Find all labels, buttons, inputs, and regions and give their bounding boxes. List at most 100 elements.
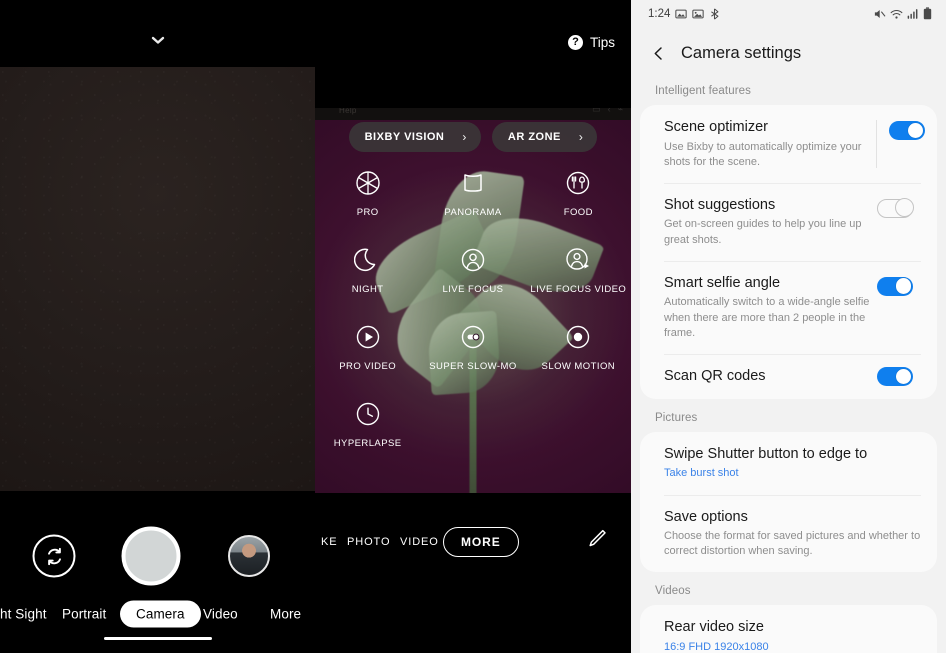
mode-pro-video[interactable]: PRO VIDEO bbox=[315, 322, 420, 372]
mode-label: NIGHT bbox=[351, 284, 384, 295]
play-circle-icon bbox=[353, 322, 383, 352]
mode-hyperlapse[interactable]: HYPERLAPSE bbox=[315, 399, 420, 449]
camera-flip-icon[interactable] bbox=[32, 534, 76, 578]
bluetooth-share-icon bbox=[711, 7, 719, 20]
moon-icon bbox=[353, 245, 383, 275]
mode-label: LIVE FOCUS bbox=[442, 284, 504, 295]
google-camera-panel: ht Sight Portrait Camera Video More bbox=[0, 0, 315, 653]
row-text: Scene optimizer Use Bixby to automatical… bbox=[664, 118, 876, 170]
camera-settings-panel: 1:24 Camera settings Intelligent feature… bbox=[631, 0, 946, 653]
toggle-smart-selfie-angle[interactable] bbox=[877, 276, 913, 296]
back-chevron-icon[interactable] bbox=[651, 46, 666, 61]
camera-viewfinder[interactable] bbox=[0, 67, 315, 491]
mode-live-focus[interactable]: LIVE FOCUS bbox=[420, 245, 525, 295]
chevron-right-icon: › bbox=[462, 130, 467, 144]
shutter-button[interactable] bbox=[121, 526, 181, 586]
ar-zone-label: AR ZONE bbox=[507, 131, 561, 143]
mode-camera[interactable]: Camera bbox=[120, 600, 201, 628]
section-header-pictures: Pictures bbox=[655, 411, 698, 424]
settings-card-pictures: Swipe Shutter button to edge to Take bur… bbox=[640, 431, 937, 573]
row-title: Swipe Shutter button to edge to bbox=[664, 445, 868, 462]
row-title: Save options bbox=[664, 508, 748, 525]
row-subtitle: Take burst shot bbox=[664, 467, 739, 480]
person-circle-icon bbox=[458, 245, 488, 275]
setting-row-shot-suggestions[interactable]: Shot suggestions Get on-screen guides to… bbox=[640, 182, 937, 261]
mode-live-focus-video[interactable]: LIVE FOCUS VIDEO bbox=[526, 245, 631, 295]
setting-row-save-options[interactable]: Save options Choose the format for saved… bbox=[640, 494, 937, 573]
setting-row-scan-qr-codes[interactable]: Scan QR codes bbox=[640, 353, 937, 399]
slow-motion-icon bbox=[563, 322, 593, 352]
home-indicator[interactable] bbox=[103, 636, 212, 640]
row-text: Shot suggestions Get on-screen guides to… bbox=[664, 196, 877, 248]
setting-row-rear-video-size[interactable]: Rear video size 16:9 FHD 1920x1080 bbox=[640, 605, 937, 653]
row-subtitle: Get on-screen guides to help you line up… bbox=[664, 218, 862, 246]
bottom-mode-photo[interactable]: PHOTO bbox=[347, 536, 390, 548]
camera-controls bbox=[0, 509, 315, 586]
mode-label: LIVE FOCUS VIDEO bbox=[530, 284, 627, 295]
bottom-mode-strip: KE PHOTO VIDEO MORE bbox=[315, 526, 631, 558]
photo-icon bbox=[692, 9, 705, 18]
mode-label: SLOW MOTION bbox=[541, 361, 616, 372]
chevron-down-icon[interactable] bbox=[149, 31, 167, 49]
mode-super-slow-mo[interactable]: SUPER SLOW-MO bbox=[420, 322, 525, 372]
setting-row-scene-optimizer[interactable]: Scene optimizer Use Bixby to automatical… bbox=[640, 105, 937, 183]
toggle-knob bbox=[894, 198, 914, 218]
mute-icon bbox=[874, 9, 886, 18]
settings-card-videos: Rear video size 16:9 FHD 1920x1080 Front… bbox=[640, 605, 937, 653]
row-subtitle: Choose the format for saved pictures and… bbox=[664, 530, 921, 558]
status-bar-left: 1:24 bbox=[648, 8, 720, 20]
mode-slow-motion[interactable]: SLOW MOTION bbox=[526, 322, 631, 372]
mode-label: PRO bbox=[356, 207, 379, 218]
mode-night-sight[interactable]: ht Sight bbox=[0, 607, 47, 622]
more-panel-top-bar: ? Tips bbox=[315, 0, 631, 108]
mode-pro[interactable]: PRO bbox=[315, 168, 420, 218]
section-header-intelligent-features: Intelligent features bbox=[655, 85, 751, 97]
clock-icon bbox=[353, 399, 383, 429]
mode-video[interactable]: Video bbox=[203, 607, 238, 622]
mode-panorama[interactable]: PANORAMA bbox=[420, 168, 525, 218]
mode-night[interactable]: NIGHT bbox=[315, 245, 420, 295]
mode-label: SUPER SLOW-MO bbox=[429, 361, 517, 372]
food-fork-spoon-icon bbox=[563, 168, 593, 198]
mode-label: HYPERLAPSE bbox=[333, 438, 402, 449]
image-icon bbox=[675, 9, 688, 18]
pencil-icon[interactable] bbox=[585, 527, 609, 556]
toggle-knob bbox=[907, 122, 924, 139]
toggle-knob bbox=[895, 368, 912, 385]
screenshot-root: ht Sight Portrait Camera Video More Help… bbox=[0, 0, 946, 653]
settings-header: Camera settings bbox=[631, 27, 946, 72]
ar-zone-chip[interactable]: AR ZONE › bbox=[491, 122, 598, 152]
status-time: 1:24 bbox=[648, 7, 671, 20]
setting-row-swipe-shutter[interactable]: Swipe Shutter button to edge to Take bur… bbox=[640, 432, 937, 495]
mode-more[interactable]: More bbox=[270, 607, 301, 622]
row-text: Scan QR codes bbox=[664, 367, 877, 386]
chevron-right-icon: › bbox=[578, 130, 584, 144]
mode-label: PRO VIDEO bbox=[339, 361, 397, 372]
battery-icon bbox=[923, 7, 932, 20]
bottom-mode-single-take[interactable]: KE bbox=[321, 536, 337, 548]
row-title: Scene optimizer bbox=[664, 119, 768, 135]
toggle-shot-suggestions[interactable] bbox=[877, 198, 914, 218]
row-text: Smart selfie angle Automatically switch … bbox=[664, 274, 877, 341]
mode-portrait[interactable]: Portrait bbox=[62, 607, 106, 622]
mode-food[interactable]: FOOD bbox=[526, 168, 631, 218]
signal-icon bbox=[907, 8, 918, 19]
toggle-scene-optimizer[interactable] bbox=[889, 121, 925, 140]
camera-mode-strip: ht Sight Portrait Camera Video More bbox=[0, 597, 315, 631]
camera-top-bar bbox=[0, 0, 315, 67]
row-divider bbox=[876, 120, 877, 168]
gallery-thumbnail[interactable] bbox=[228, 535, 270, 577]
bixby-vision-chip[interactable]: BIXBY VISION › bbox=[348, 122, 481, 152]
bottom-mode-video[interactable]: VIDEO bbox=[400, 536, 439, 548]
settings-card-intelligent-features: Scene optimizer Use Bixby to automatical… bbox=[640, 105, 937, 399]
toggle-scan-qr-codes[interactable] bbox=[877, 366, 913, 386]
panorama-icon bbox=[458, 168, 488, 198]
more-panel-bottom-bar: KE PHOTO VIDEO MORE bbox=[315, 493, 631, 653]
row-title: Shot suggestions bbox=[664, 196, 776, 213]
tips-button[interactable]: ? Tips bbox=[567, 35, 615, 50]
question-circle-icon: ? bbox=[567, 35, 583, 50]
setting-row-smart-selfie-angle[interactable]: Smart selfie angle Automatically switch … bbox=[640, 260, 937, 354]
row-text: Swipe Shutter button to edge to Take bur… bbox=[664, 445, 925, 482]
super-slow-mo-icon bbox=[458, 322, 488, 352]
bottom-mode-more[interactable]: MORE bbox=[443, 527, 519, 557]
